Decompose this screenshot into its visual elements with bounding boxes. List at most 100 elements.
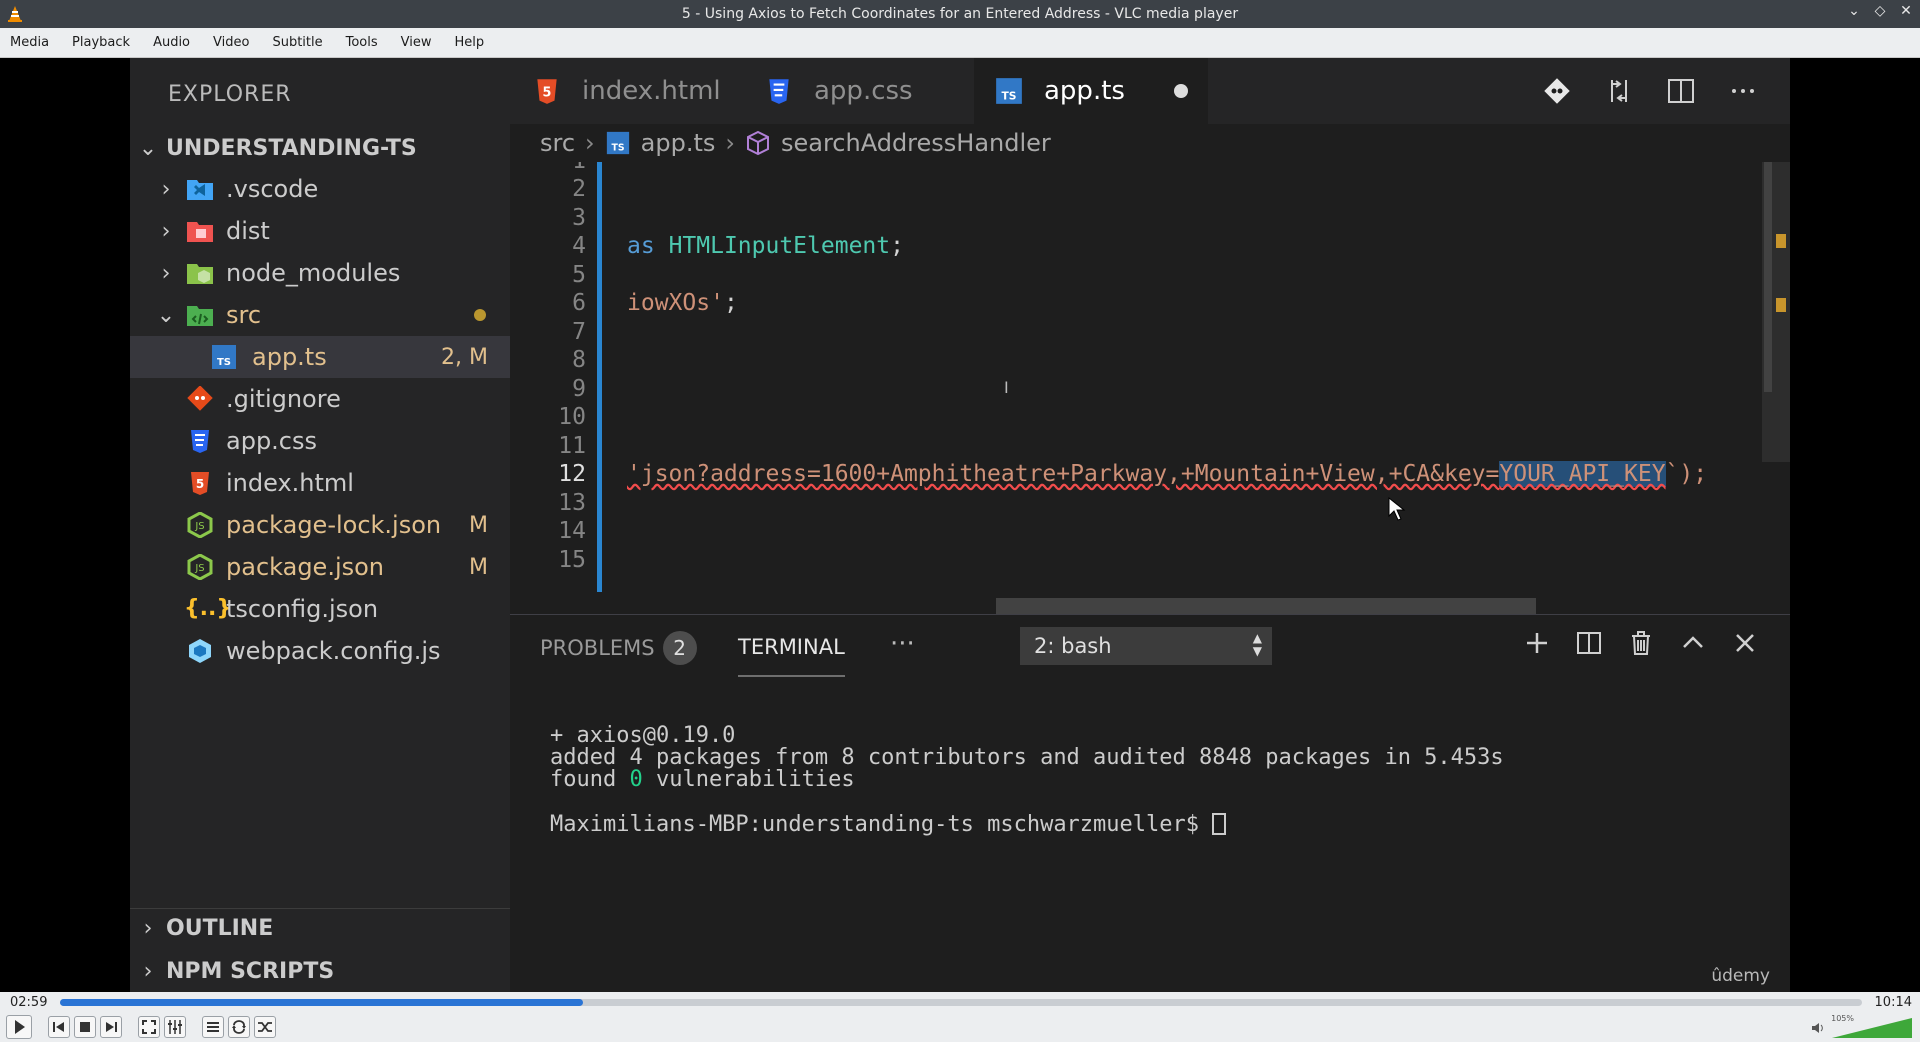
- tree-folder-src[interactable]: ⌄ src: [130, 294, 510, 336]
- outline-section-header[interactable]: › OUTLINE: [130, 908, 510, 948]
- compare-changes-icon[interactable]: [1602, 74, 1636, 108]
- stop-icon: [80, 1022, 90, 1032]
- play-button[interactable]: [6, 1015, 32, 1039]
- line-number: 4: [572, 233, 586, 259]
- split-editor-icon[interactable]: [1664, 74, 1698, 108]
- previous-button[interactable]: [48, 1016, 70, 1038]
- more-actions-icon[interactable]: [1726, 74, 1760, 108]
- code-keyword: as: [627, 233, 655, 259]
- tree-file-tsconfig[interactable]: {..} tsconfig.json: [130, 588, 510, 630]
- terminal-prompt-line: Maximilians-MBP:understanding-ts mschwar…: [550, 813, 1504, 836]
- tree-label: node_modules: [226, 259, 401, 287]
- stop-button[interactable]: [74, 1016, 96, 1038]
- trash-icon[interactable]: [1626, 627, 1656, 659]
- tab-problems[interactable]: PROBLEMS 2: [540, 631, 697, 665]
- menu-video[interactable]: Video: [213, 35, 249, 50]
- volume-slider[interactable]: [1832, 1016, 1912, 1040]
- css-file-icon: [191, 430, 209, 453]
- breadcrumb-symbol[interactable]: searchAddressHandler: [781, 129, 1051, 157]
- tree-file-webpack[interactable]: webpack.config.js: [130, 630, 510, 672]
- tree-folder-dist[interactable]: › dist: [130, 210, 510, 252]
- code-punct: `);: [1665, 461, 1708, 487]
- line-number: 10: [558, 404, 586, 430]
- playlist-button[interactable]: [202, 1016, 224, 1038]
- svg-text:TS: TS: [1001, 90, 1016, 103]
- menu-subtitle[interactable]: Subtitle: [272, 35, 322, 50]
- unsaved-dot-icon[interactable]: [1174, 84, 1188, 98]
- vuln-prefix: found: [550, 767, 630, 792]
- tree-file-package-lock[interactable]: JS package-lock.json M: [130, 504, 510, 546]
- seek-slider[interactable]: [60, 999, 1862, 1006]
- minimize-icon[interactable]: ⌄: [1846, 3, 1862, 19]
- tree-file-app-ts[interactable]: TS app.ts 2, M: [130, 336, 510, 378]
- extended-settings-button[interactable]: [164, 1016, 186, 1038]
- tree-folder-node-modules[interactable]: › node_modules: [130, 252, 510, 294]
- menu-playback[interactable]: Playback: [72, 35, 130, 50]
- panel-more-icon[interactable]: ···: [890, 629, 915, 659]
- tree-file-package-json[interactable]: JS package.json M: [130, 546, 510, 588]
- terminal-selector[interactable]: 2: bash ▲ ▼: [1020, 627, 1272, 665]
- terminal-output[interactable]: + axios@0.19.0 added 4 packages from 8 co…: [550, 725, 1504, 836]
- next-button[interactable]: [100, 1016, 122, 1038]
- git-lens-icon[interactable]: [1540, 74, 1574, 108]
- terminal-cursor: [1212, 813, 1227, 835]
- split-terminal-icon[interactable]: [1574, 627, 1604, 659]
- code-punct: ;: [723, 290, 738, 316]
- svg-text:TS: TS: [611, 142, 624, 153]
- shuffle-icon: [258, 1022, 272, 1032]
- npm-scripts-section-header[interactable]: › NPM SCRIPTS: [130, 951, 510, 991]
- loop-button[interactable]: [228, 1016, 250, 1038]
- speaker-icon[interactable]: [1810, 1020, 1826, 1036]
- tree-label: tsconfig.json: [226, 595, 379, 623]
- scrollbar-thumb[interactable]: [1764, 162, 1772, 392]
- horizontal-scrollbar[interactable]: [996, 598, 1536, 614]
- breadcrumb-folder[interactable]: src: [540, 129, 575, 157]
- maximize-panel-icon[interactable]: [1678, 627, 1708, 659]
- tree-file-app-css[interactable]: app.css: [130, 420, 510, 462]
- tree-folder-vscode[interactable]: › .vscode: [130, 168, 510, 210]
- tab-index-html[interactable]: 5 index.html: [510, 58, 738, 124]
- close-panel-icon[interactable]: [1730, 627, 1760, 659]
- fullscreen-button[interactable]: [138, 1016, 160, 1038]
- close-icon[interactable]: ✕: [1898, 3, 1914, 19]
- breadcrumb-file[interactable]: app.ts: [641, 129, 716, 157]
- svg-text:JS: JS: [194, 521, 204, 532]
- shuffle-button[interactable]: [254, 1016, 276, 1038]
- menu-tools[interactable]: Tools: [346, 35, 378, 50]
- video-area[interactable]: EXPLORER ⌄ UNDERSTANDING-TS › .vscode › …: [0, 58, 1920, 992]
- project-name: UNDERSTANDING-TS: [166, 135, 417, 161]
- code-string: iowXOs': [627, 290, 724, 316]
- menu-media[interactable]: Media: [10, 35, 49, 50]
- modified-badge: M: [469, 554, 488, 580]
- line-number: 7: [572, 319, 586, 345]
- line-number: 2: [572, 176, 586, 202]
- elapsed-time: 02:59: [10, 995, 48, 1010]
- chevron-right-icon: ›: [161, 218, 171, 244]
- menu-help[interactable]: Help: [455, 35, 485, 50]
- vertical-scrollbar[interactable]: [1762, 162, 1790, 462]
- menu-view[interactable]: View: [401, 35, 432, 50]
- project-section-header[interactable]: ⌄ UNDERSTANDING-TS: [130, 128, 510, 168]
- code-editor[interactable]: 1 2 3 4 5 6 7 8 9 10 11 12 13 14 15 as H…: [510, 162, 1790, 614]
- next-icon: [106, 1022, 117, 1032]
- menu-audio[interactable]: Audio: [153, 35, 190, 50]
- new-terminal-icon[interactable]: [1522, 627, 1552, 659]
- git-icon: [187, 386, 213, 411]
- maximize-icon[interactable]: ◇: [1872, 3, 1888, 19]
- code-type: HTMLInputElement: [668, 233, 891, 259]
- chevron-right-icon: ›: [143, 916, 153, 941]
- tab-app-css[interactable]: app.css: [738, 58, 974, 124]
- tab-label: app.ts: [1044, 76, 1125, 106]
- tree-file-gitignore[interactable]: .gitignore: [130, 378, 510, 420]
- fullscreen-icon: [142, 1020, 156, 1034]
- mouse-pointer-icon: [1388, 496, 1406, 521]
- tab-app-ts[interactable]: TS app.ts: [974, 58, 1208, 124]
- code-line-12: 'json?address=1600+Amphitheatre+Parkway,…: [627, 461, 1707, 487]
- tree-file-index-html[interactable]: 5 index.html: [130, 462, 510, 504]
- tab-terminal[interactable]: TERMINAL: [738, 635, 845, 677]
- chevron-right-icon: ›: [161, 260, 171, 286]
- line-number: 15: [558, 547, 586, 573]
- tab-label: index.html: [582, 76, 721, 106]
- tree-label: package-lock.json: [226, 511, 442, 539]
- breadcrumb: src › TS app.ts › searchAddressHandler: [510, 124, 1790, 162]
